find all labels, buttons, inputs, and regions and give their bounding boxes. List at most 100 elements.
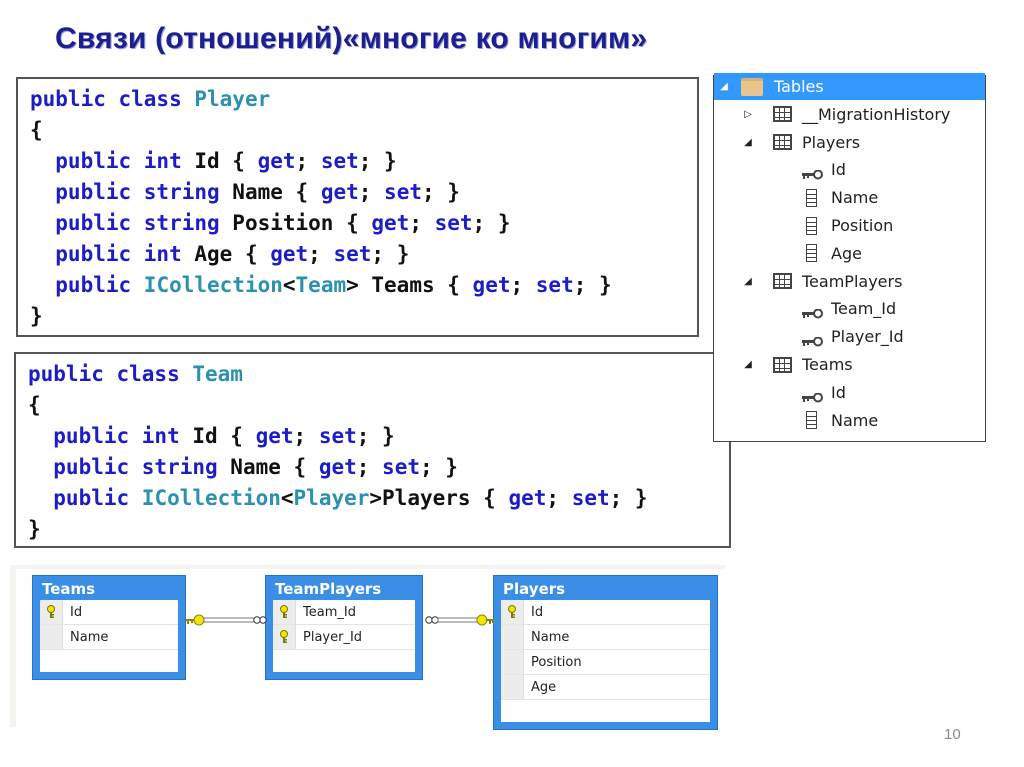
code-keyword: set — [382, 455, 420, 479]
player-class-code: public class Player { public int Id { get… — [16, 77, 699, 337]
code-keyword: public — [28, 486, 142, 510]
tree-item-label: Teams — [802, 355, 853, 374]
code-keyword: set — [535, 273, 574, 297]
entity-teams[interactable]: Teams Id Name — [32, 575, 186, 680]
tree-item-tables[interactable]: ◢ Tables — [714, 73, 985, 100]
entity-empty-row — [501, 700, 710, 722]
relationship-teams-teamplayers[interactable] — [184, 614, 268, 628]
column-icon — [806, 411, 817, 430]
slide-title: Связи (отношений)«многие ко многим» — [55, 22, 648, 55]
code-text: > Teams { — [346, 273, 473, 297]
code-keyword: public string — [30, 180, 233, 204]
code-text: ; — [358, 180, 385, 204]
tree-item-player-id[interactable]: Player_Id — [714, 323, 985, 350]
entity-column-list: Team_Id Player_Id — [273, 600, 415, 672]
table-icon — [773, 273, 792, 290]
code-keyword: get — [318, 455, 357, 479]
entity-column-row[interactable]: Position — [501, 650, 710, 675]
code-line: } — [28, 514, 729, 545]
key-end-icon — [476, 614, 494, 626]
code-text: ; } — [573, 273, 612, 297]
entity-column-row[interactable]: Name — [501, 625, 710, 650]
entity-title: Teams — [42, 580, 96, 598]
code-text: } — [28, 517, 41, 541]
code-text: ; — [356, 455, 383, 479]
column-icon — [806, 188, 817, 207]
code-text: Id { — [194, 149, 258, 173]
code-text: Id { — [192, 424, 256, 448]
tree-item-label: Tables — [774, 77, 824, 96]
tree-item-id[interactable]: Id — [714, 379, 985, 406]
entity-column-row[interactable]: Name — [40, 625, 178, 650]
code-type: Player — [293, 486, 370, 510]
object-explorer-tree: ◢ Tables ▷ __MigrationHistory ◢ Players Id Name… — [713, 73, 986, 442]
code-text: ; — [409, 211, 435, 235]
code-text: < — [282, 273, 296, 297]
entity-column-list: Id Name Position Age — [501, 600, 710, 722]
table-icon — [773, 356, 792, 373]
code-keyword: set — [384, 180, 422, 204]
entity-players[interactable]: Players Id Name Position Age — [493, 575, 718, 730]
code-line: { — [30, 115, 697, 146]
tree-item-label: Position — [831, 216, 894, 235]
code-keyword: public string — [28, 455, 231, 479]
tree-item-players[interactable]: ◢ Players — [714, 129, 985, 156]
tree-item-name[interactable]: Name — [714, 407, 985, 434]
column-name: Name — [70, 629, 109, 645]
tree-item-id[interactable]: Id — [714, 156, 985, 183]
tree-item-teams[interactable]: ◢ Teams — [714, 351, 985, 378]
tree-item-age[interactable]: Age — [714, 240, 985, 267]
entity-column-row[interactable]: Id — [40, 600, 178, 625]
entity-column-row[interactable]: Team_Id — [273, 600, 415, 625]
relationship-teamplayers-players[interactable] — [424, 614, 496, 628]
relationship-line — [203, 617, 255, 623]
column-name: Name — [531, 629, 570, 645]
code-text: { — [30, 118, 43, 142]
entity-empty-row — [273, 650, 415, 672]
tree-item-migrationhistory[interactable]: ▷ __MigrationHistory — [714, 101, 985, 128]
code-text: Position { — [232, 211, 372, 235]
column-name: Position — [531, 654, 582, 670]
expanded-arrow-icon[interactable]: ◢ — [742, 276, 754, 287]
tree-item-team-id[interactable]: Team_Id — [714, 295, 985, 322]
code-keyword: public int — [30, 242, 195, 266]
code-text: ; } — [472, 211, 511, 235]
code-text: ; — [295, 149, 321, 173]
tree-item-label: Name — [831, 410, 879, 430]
expanded-arrow-icon[interactable]: ◢ — [718, 81, 730, 92]
entity-title: Players — [503, 580, 566, 598]
database-diagram: Teams Id Name TeamPlayers Team_Id Player_Id … — [10, 565, 726, 730]
code-keyword: public int — [30, 149, 195, 173]
entity-teamplayers[interactable]: TeamPlayers Team_Id Player_Id — [265, 575, 423, 680]
tree-item-label: Age — [831, 243, 862, 263]
code-text: ; } — [356, 424, 395, 448]
row-selector — [40, 625, 63, 649]
code-keyword: set — [318, 424, 357, 448]
code-keyword: get — [472, 273, 511, 297]
expanded-arrow-icon[interactable]: ◢ — [742, 137, 754, 148]
row-selector — [40, 649, 63, 673]
code-type: ICollection — [141, 486, 281, 510]
code-line: public class Player — [30, 84, 697, 115]
primary-key-icon — [501, 600, 524, 624]
entity-column-row[interactable]: Id — [501, 600, 710, 625]
code-text: Name { — [230, 455, 319, 479]
table-icon — [773, 134, 792, 151]
entity-column-row[interactable]: Age — [501, 675, 710, 700]
tree-item-name[interactable]: Name — [714, 184, 985, 211]
expanded-arrow-icon[interactable]: ◢ — [742, 359, 754, 370]
code-line: public string Name { get; set; } — [28, 452, 729, 483]
table-icon — [773, 106, 792, 123]
entity-title: TeamPlayers — [275, 580, 382, 598]
primary-key-icon — [40, 600, 63, 624]
code-text: >Players { — [369, 486, 509, 510]
code-text: ; } — [358, 149, 397, 173]
code-text: { — [28, 393, 41, 417]
tree-item-teamplayers[interactable]: ◢ TeamPlayers — [714, 268, 985, 295]
collapsed-arrow-icon[interactable]: ▷ — [742, 109, 754, 120]
code-text: ; } — [371, 242, 410, 266]
tree-item-position[interactable]: Position — [714, 212, 985, 239]
code-keyword: get — [257, 149, 296, 173]
entity-column-row[interactable]: Player_Id — [273, 625, 415, 650]
code-text: } — [30, 304, 43, 328]
